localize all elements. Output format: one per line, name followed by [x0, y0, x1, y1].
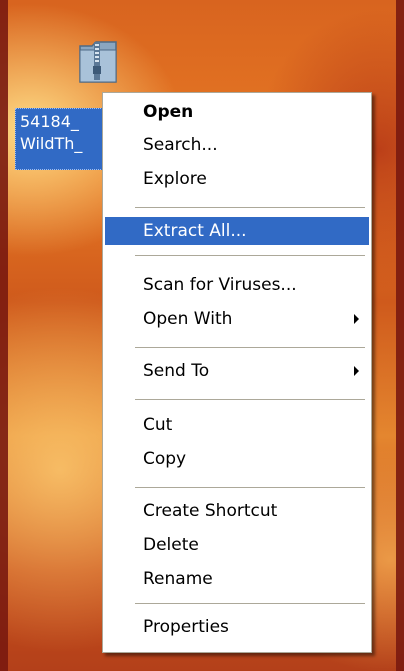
- menu-item-create-shortcut[interactable]: Create Shortcut: [105, 497, 369, 525]
- menu-item-extract-all[interactable]: Extract All...: [105, 217, 369, 245]
- menu-item-label: Send To: [143, 361, 210, 381]
- menu-item-send-to[interactable]: Send To: [105, 357, 369, 385]
- menu-separator: [135, 487, 365, 488]
- menu-item-label: Scan for Viruses...: [143, 275, 297, 295]
- menu-item-open[interactable]: Open: [105, 98, 369, 126]
- menu-separator: [135, 347, 365, 348]
- menu-item-cut[interactable]: Cut: [105, 411, 369, 439]
- menu-item-scan-for-viruses[interactable]: Scan for Viruses...: [105, 271, 369, 299]
- context-menu: Open Search... Explore Extract All... Sc…: [102, 92, 372, 653]
- window-frame-left: [0, 0, 8, 671]
- menu-item-search[interactable]: Search...: [105, 131, 369, 159]
- file-name-label[interactable]: 54184_ WildTh_: [15, 108, 115, 170]
- menu-item-properties[interactable]: Properties: [105, 613, 369, 641]
- menu-separator: [135, 399, 365, 400]
- menu-separator: [135, 207, 365, 208]
- submenu-arrow-icon: [354, 366, 359, 376]
- submenu-arrow-icon: [354, 314, 359, 324]
- window-frame-right: [396, 0, 404, 671]
- file-name-line-1: 54184_: [20, 112, 79, 131]
- menu-separator: [135, 255, 365, 256]
- menu-item-delete[interactable]: Delete: [105, 531, 369, 559]
- menu-item-label: Open With: [143, 309, 233, 329]
- file-name-line-2: WildTh_: [20, 134, 83, 153]
- menu-item-open-with[interactable]: Open With: [105, 305, 369, 333]
- menu-item-rename[interactable]: Rename: [105, 565, 369, 593]
- zip-folder-icon[interactable]: [76, 38, 120, 86]
- menu-item-copy[interactable]: Copy: [105, 445, 369, 473]
- menu-separator: [135, 603, 365, 604]
- menu-item-explore[interactable]: Explore: [105, 165, 369, 193]
